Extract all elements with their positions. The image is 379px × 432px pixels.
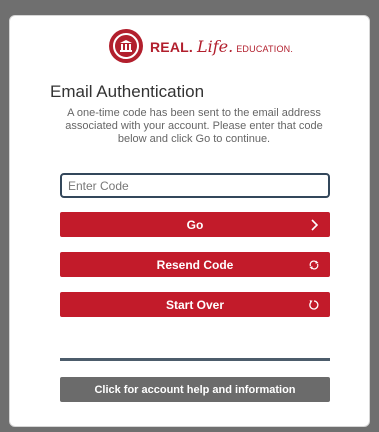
brand-logo: REAL. Life. EDUCATION. — [109, 27, 293, 65]
brand-wordmark: REAL. Life. EDUCATION. — [150, 37, 293, 56]
code-input[interactable] — [60, 173, 330, 198]
resend-code-button[interactable]: Resend Code — [60, 252, 330, 277]
start-over-button-label: Start Over — [165, 297, 225, 312]
go-button[interactable]: Go — [60, 212, 330, 237]
brand-small-text: EDUCATION. — [236, 43, 294, 54]
chevron-right-icon — [306, 212, 322, 237]
resend-code-button-label: Resend Code — [156, 257, 234, 272]
restart-icon — [306, 292, 322, 317]
account-help-button[interactable]: Click for account help and information — [60, 377, 330, 402]
brand-bold-text: REAL. — [150, 38, 193, 55]
start-over-button[interactable]: Start Over — [60, 292, 330, 317]
go-button-label: Go — [186, 217, 204, 232]
refresh-icon — [306, 252, 322, 277]
section-divider — [60, 358, 330, 361]
page-title: Email Authentication — [50, 82, 205, 101]
instructions-text: A one-time code has been sent to the ema… — [65, 107, 323, 145]
seal-icon — [109, 29, 143, 63]
brand-script-text: Life. — [197, 36, 234, 56]
